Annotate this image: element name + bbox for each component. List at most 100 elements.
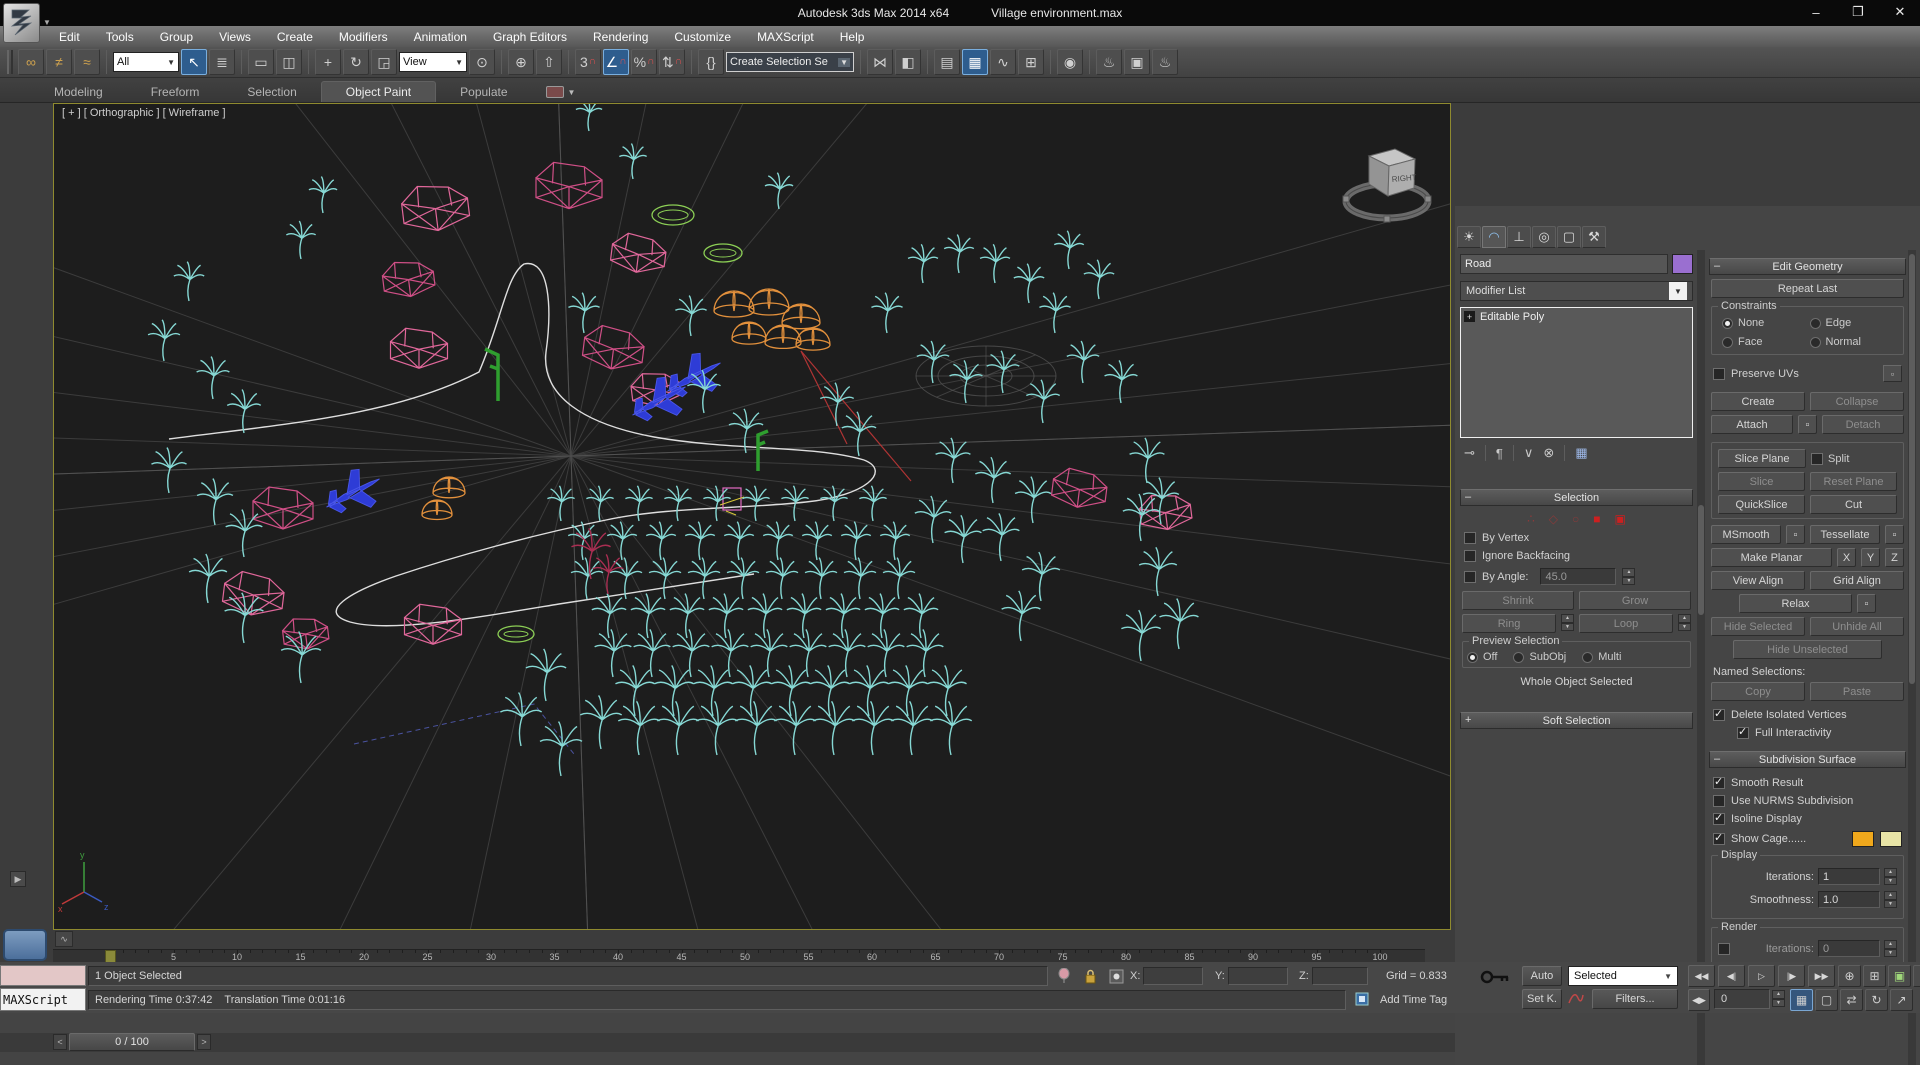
ribbon-tab-selection[interactable]: Selection (223, 82, 320, 102)
preview-multi-radio[interactable] (1582, 651, 1594, 663)
configure-modifier-sets-icon[interactable]: ▦ (1575, 445, 1587, 461)
key-mode-toggle-button[interactable]: ◀▶ (1688, 989, 1710, 1011)
tab-hierarchy[interactable]: ⊥ (1507, 226, 1531, 248)
menu-customize[interactable]: Customize (661, 26, 744, 47)
edit-named-selection-sets-button[interactable]: {} (698, 49, 724, 75)
maxscript-mini-listener[interactable]: MAXScript (0, 988, 86, 1011)
key-filters-curve-icon[interactable] (1566, 989, 1586, 1007)
add-time-tag-label[interactable]: Add Time Tag (1374, 990, 1456, 1010)
make-planar-z-button[interactable]: Z (1885, 548, 1904, 567)
percent-snap-toggle-button[interactable]: % ∩ (631, 49, 657, 75)
3dsmax-logo[interactable] (3, 3, 40, 43)
selection-lock-icon[interactable] (1080, 967, 1100, 985)
add-time-tag-icon[interactable] (1352, 990, 1372, 1008)
set-key-button[interactable]: Set K. (1522, 989, 1562, 1009)
shrink-button[interactable]: Shrink (1462, 591, 1574, 610)
zoom-extents-icon[interactable]: ▣ (1888, 965, 1911, 987)
by-angle-checkbox[interactable] (1464, 570, 1476, 583)
menu-create[interactable]: Create (264, 26, 326, 47)
macro-recorder-line[interactable] (0, 965, 86, 986)
smooth-result-checkbox[interactable] (1713, 775, 1725, 789)
y-coordinate-field[interactable] (1228, 967, 1288, 985)
go-to-start-button[interactable]: ◀◀ (1688, 965, 1715, 987)
select-and-manipulate-button[interactable]: ⊕ (508, 49, 534, 75)
hide-selected-button[interactable]: Hide Selected (1711, 617, 1805, 636)
tab-modify[interactable]: ◠ (1482, 226, 1506, 248)
minimize-button[interactable]: – (1802, 2, 1830, 22)
tessellate-settings-button[interactable]: ▫ (1885, 525, 1904, 544)
communicate-balloon-icon[interactable] (1054, 967, 1074, 985)
tab-display[interactable]: ▢ (1557, 226, 1581, 248)
split-checkbox[interactable] (1811, 452, 1823, 465)
show-end-result-icon[interactable]: ¶ (1496, 446, 1503, 461)
orbit-icon[interactable]: ↻ (1865, 989, 1888, 1011)
subdivision-surface-rollout-header[interactable]: – Subdivision Surface (1709, 751, 1906, 768)
mirror-button[interactable]: ⋈ (867, 49, 893, 75)
slice-plane-button[interactable]: Slice Plane (1718, 449, 1806, 468)
pan-icon[interactable]: ⇄ (1840, 989, 1863, 1011)
absolute-offset-mode-icon[interactable] (1106, 967, 1126, 985)
viewport-label[interactable]: [ + ] [ Orthographic ] [ Wireframe ] (62, 107, 226, 119)
detach-button[interactable]: Detach (1822, 415, 1904, 434)
material-editor-button[interactable]: ◉ (1057, 49, 1083, 75)
align-button[interactable]: ◧ (895, 49, 921, 75)
isoline-display-checkbox[interactable] (1713, 811, 1725, 825)
delete-isolated-vertices-checkbox[interactable] (1713, 707, 1725, 721)
render-setup-button[interactable]: ♨ (1096, 49, 1122, 75)
use-pivot-point-center-button[interactable]: ⊙ (469, 49, 495, 75)
by-vertex-checkbox[interactable] (1464, 532, 1476, 544)
object-color-swatch[interactable] (1672, 254, 1693, 274)
restore-button[interactable]: ❐ (1844, 2, 1872, 22)
make-planar-y-button[interactable]: Y (1861, 548, 1880, 567)
by-angle-spinner[interactable]: ▲ ▼ (1622, 568, 1636, 585)
loop-spinner[interactable]: ▲ ▼ (1678, 614, 1691, 631)
select-by-name-button[interactable]: ≣ (209, 49, 235, 75)
previous-frame-arrow[interactable]: < (53, 1034, 67, 1050)
set-keys-key-icon[interactable] (1478, 968, 1512, 986)
preserve-uvs-checkbox[interactable] (1713, 367, 1725, 380)
tessellate-button[interactable]: Tessellate (1810, 525, 1880, 544)
render-production-button[interactable]: ♨ (1152, 49, 1178, 75)
timeline-ruler[interactable]: 0510152025303540455055606570758085909510… (53, 949, 1425, 963)
select-and-scale-button[interactable]: ◲ (371, 49, 397, 75)
constraint-none-radio[interactable] (1722, 317, 1733, 329)
make-unique-icon[interactable]: ∨ (1524, 445, 1534, 461)
angle-snap-toggle-button[interactable]: ∠ ∩ (603, 49, 629, 75)
slice-button[interactable]: Slice (1718, 472, 1805, 491)
ribbon-tab-object-paint[interactable]: Object Paint (320, 81, 437, 102)
ignore-backfacing-checkbox[interactable] (1464, 550, 1476, 562)
tab-create[interactable]: ☀ (1457, 226, 1481, 248)
view-align-button[interactable]: View Align (1711, 571, 1805, 590)
edge-icon[interactable]: ◇ (1549, 512, 1558, 526)
vertex-icon[interactable]: ∴ (1527, 512, 1535, 526)
window-crossing-icon[interactable]: ◫ (276, 49, 302, 75)
rendered-frame-window-button[interactable]: ▣ (1124, 49, 1150, 75)
key-filters-button[interactable]: Filters... (1592, 989, 1678, 1009)
preview-subobj-radio[interactable] (1513, 651, 1525, 663)
relax-settings-button[interactable]: ▫ (1857, 594, 1876, 613)
viewport-orthographic[interactable]: [ + ] [ Orthographic ] [ Wireframe ] x y z… (53, 103, 1451, 930)
preserve-uvs-settings-button[interactable]: ▫ (1883, 365, 1902, 382)
render-iterations-field[interactable]: 0 (1818, 940, 1880, 957)
edit-geometry-rollout-header[interactable]: – Edit Geometry (1709, 258, 1906, 275)
show-cage-checkbox[interactable] (1713, 831, 1725, 845)
remove-modifier-icon[interactable]: ⊗ (1543, 445, 1554, 461)
ribbon-tab-populate[interactable]: Populate (436, 82, 531, 102)
modifier-stack[interactable]: + Editable Poly (1460, 307, 1693, 438)
menu-edit[interactable]: Edit (46, 26, 93, 47)
full-interactivity-checkbox[interactable] (1737, 725, 1749, 739)
reference-coordinate-system-combo[interactable]: View ▼ (399, 52, 467, 72)
make-planar-button[interactable]: Make Planar (1711, 548, 1832, 567)
go-to-end-button[interactable]: ▶▶ (1808, 965, 1835, 987)
paste-button[interactable]: Paste (1810, 682, 1904, 701)
menu-help[interactable]: Help (827, 26, 878, 47)
menu-tools[interactable]: Tools (93, 26, 147, 47)
preview-off-radio[interactable] (1467, 651, 1478, 663)
open-mini-curve-editor-button[interactable]: ∿ (55, 931, 73, 947)
rectangular-selection-region-icon[interactable]: ▭ (248, 49, 274, 75)
object-name-field[interactable]: Road (1460, 254, 1668, 274)
create-button[interactable]: Create (1711, 392, 1805, 411)
copy-button[interactable]: Copy (1711, 682, 1805, 701)
select-object-button[interactable]: ↖ (181, 49, 207, 75)
menu-graph-editors[interactable]: Graph Editors (480, 26, 580, 47)
